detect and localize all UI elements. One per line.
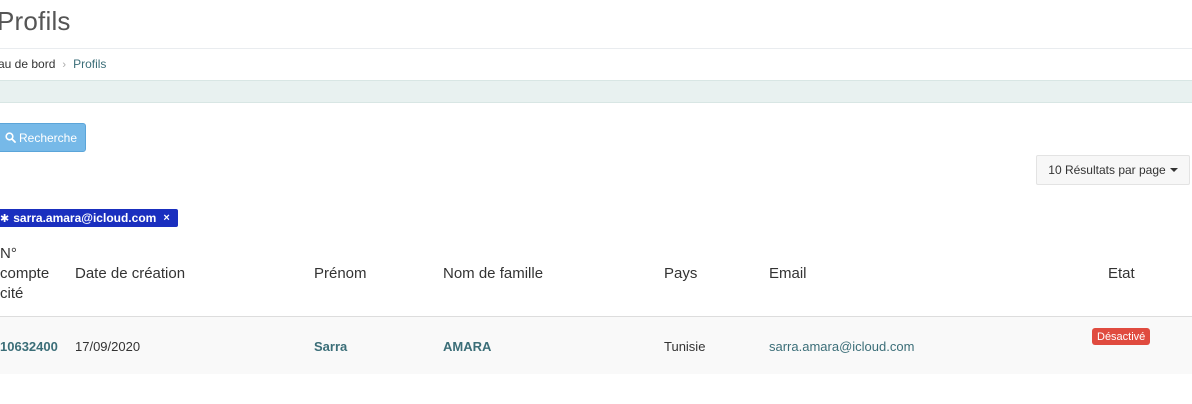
filter-tag: ✱ sarra.amara@icloud.com × xyxy=(0,209,178,227)
breadcrumb: au de bord › Profils xyxy=(0,57,106,71)
results-per-page-label: 10 Résultats par page xyxy=(1048,163,1166,177)
column-header-account[interactable]: N° compte cité xyxy=(0,244,49,304)
results-per-page-dropdown[interactable]: 10 Résultats par page xyxy=(1036,155,1190,185)
column-header-email[interactable]: Email xyxy=(769,265,807,282)
asterisk-icon: ✱ xyxy=(0,212,10,225)
info-bar xyxy=(0,80,1192,103)
cell-created: 17/09/2020 xyxy=(75,339,141,354)
title-divider xyxy=(0,48,1192,49)
column-header-account-line2: compte xyxy=(0,265,50,282)
column-header-status[interactable]: Etat xyxy=(1108,265,1135,282)
column-header-account-line1: N° xyxy=(0,245,17,262)
filter-tag-label: sarra.amara@icloud.com xyxy=(13,211,157,225)
search-icon xyxy=(5,132,16,143)
column-header-country[interactable]: Pays xyxy=(664,265,697,282)
cell-lastname-link[interactable]: AMARA xyxy=(443,339,491,354)
column-header-account-line3: cité xyxy=(0,285,24,302)
breadcrumb-home[interactable]: au de bord xyxy=(0,57,55,71)
cell-country: Tunisie xyxy=(664,339,706,354)
column-header-firstname[interactable]: Prénom xyxy=(314,265,367,282)
table-row xyxy=(0,317,1192,374)
cell-account-link[interactable]: 10632400 xyxy=(0,339,58,354)
breadcrumb-separator: › xyxy=(62,59,67,71)
cell-firstname-link[interactable]: Sarra xyxy=(314,339,347,354)
search-button[interactable]: Recherche xyxy=(0,123,86,152)
page-title: Profils xyxy=(0,6,71,36)
caret-down-icon xyxy=(1169,168,1178,172)
search-button-label: Recherche xyxy=(18,130,78,145)
column-header-created[interactable]: Date de création xyxy=(75,265,185,282)
column-header-lastname[interactable]: Nom de famille xyxy=(443,265,543,282)
remove-filter-icon[interactable]: × xyxy=(163,212,169,224)
cell-email-link[interactable]: sarra.amara@icloud.com xyxy=(769,339,914,354)
breadcrumb-current[interactable]: Profils xyxy=(73,57,106,71)
status-badge: Désactivé xyxy=(1092,328,1151,345)
